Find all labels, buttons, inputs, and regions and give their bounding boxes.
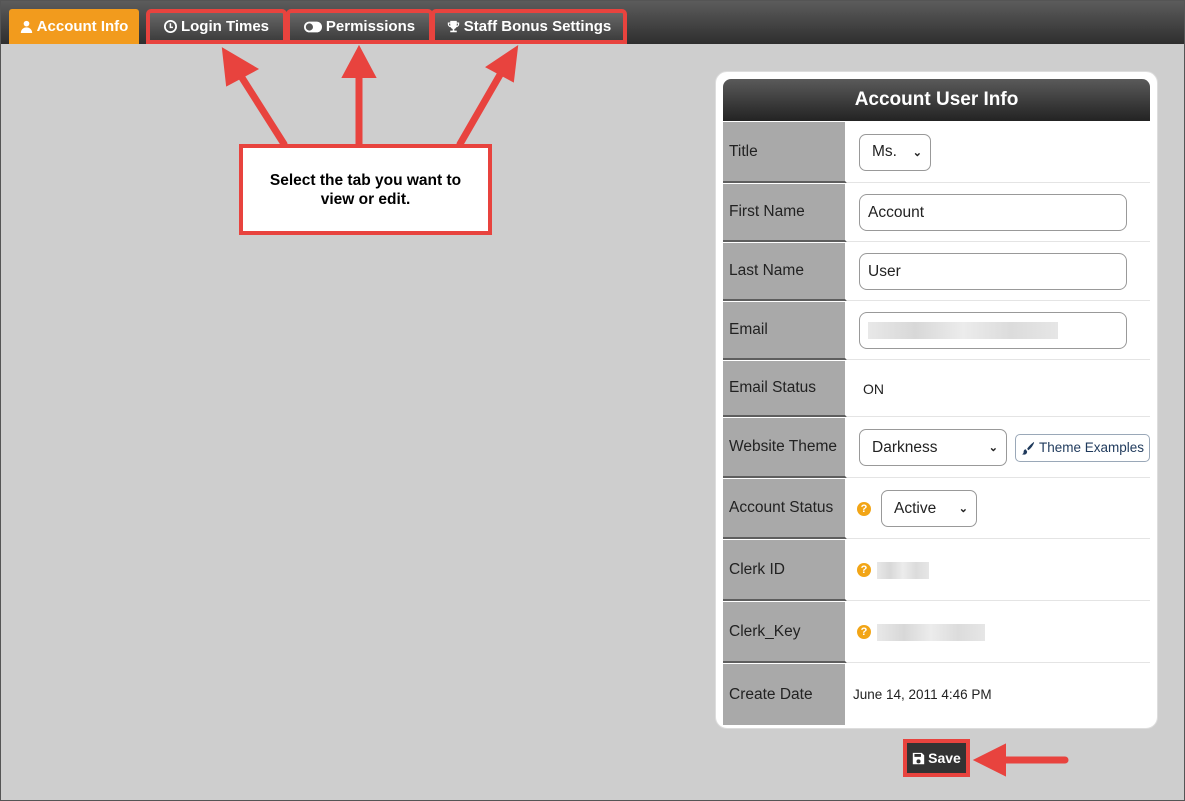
theme-examples-button[interactable]: Theme Examples: [1014, 433, 1150, 462]
account-status-row: Account Status ? Active ⌄: [723, 478, 1150, 539]
arrow-login-times: [235, 69, 288, 148]
help-icon[interactable]: ?: [857, 563, 871, 577]
field-label: First Name: [723, 184, 847, 242]
card-title: Account User Info: [723, 79, 1150, 121]
callout-box: Select the tab you want to view or edit.: [239, 144, 492, 235]
tab-label: Staff Bonus Settings: [463, 18, 612, 35]
create-date-row: Create Date June 14, 2011 4:46 PM: [723, 663, 1150, 725]
clerk-key-row: Clerk_Key ?: [723, 601, 1150, 663]
tab-permissions[interactable]: Permissions: [286, 9, 433, 44]
tab-login-times[interactable]: Login Times: [146, 9, 287, 44]
redacted-value: [877, 561, 929, 579]
save-button[interactable]: Save: [903, 739, 970, 777]
first-name-row: First Name Account: [723, 183, 1150, 242]
field-label: Create Date: [723, 664, 847, 725]
tab-staff-bonus-settings[interactable]: Staff Bonus Settings: [431, 9, 627, 44]
help-icon[interactable]: ?: [857, 625, 871, 639]
callout-text: Select the tab you want to view or edit.: [269, 171, 462, 208]
floppy-disk-icon: [912, 752, 925, 764]
field-label: Clerk ID: [723, 540, 847, 601]
field-label: Website Theme: [723, 418, 847, 478]
account-user-info-card: Account User Info Title Ms. ⌄ First Name…: [715, 71, 1158, 729]
field-label: Clerk_Key: [723, 602, 847, 663]
chevron-down-icon: ⌄: [912, 146, 922, 159]
redacted-value: [868, 322, 1058, 339]
clock-icon: [163, 20, 177, 33]
last-name-row: Last Name User: [723, 242, 1150, 301]
title-select[interactable]: Ms. ⌄: [859, 133, 931, 171]
email-status-value: ON: [863, 381, 884, 397]
field-label: Title: [723, 122, 847, 183]
tab-label: Permissions: [325, 18, 416, 35]
tab-label: Login Times: [180, 18, 270, 35]
tab-label: Account Info: [36, 18, 129, 35]
toggle-icon: [303, 21, 322, 32]
tab-account-info[interactable]: Account Info: [9, 9, 139, 44]
title-row: Title Ms. ⌄: [723, 121, 1150, 183]
first-name-input[interactable]: Account: [859, 194, 1127, 231]
email-status-row: Email Status ON: [723, 360, 1150, 417]
create-date-value: June 14, 2011 4:46 PM: [853, 687, 992, 702]
website-theme-select[interactable]: Darkness ⌄: [859, 429, 1007, 466]
email-row: Email: [723, 301, 1150, 360]
clerk-id-row: Clerk ID ?: [723, 539, 1150, 601]
field-label: Last Name: [723, 243, 847, 301]
tab-bar: Account Info Login Times Permissions Sta…: [1, 1, 1184, 44]
redacted-value: [877, 623, 985, 641]
email-input[interactable]: [859, 312, 1127, 349]
website-theme-row: Website Theme Darkness ⌄ Theme Examples: [723, 417, 1150, 478]
trophy-icon: [447, 20, 459, 33]
chevron-down-icon: ⌄: [988, 442, 998, 454]
chevron-down-icon: ⌄: [958, 503, 968, 515]
user-icon: [20, 20, 32, 33]
field-label: Email: [723, 302, 847, 360]
last-name-input[interactable]: User: [859, 253, 1127, 290]
paintbrush-icon: [1021, 441, 1035, 455]
field-label: Email Status: [723, 361, 847, 417]
help-icon[interactable]: ?: [857, 501, 871, 516]
account-status-select[interactable]: Active ⌄: [881, 490, 977, 527]
field-label: Account Status: [723, 479, 847, 539]
